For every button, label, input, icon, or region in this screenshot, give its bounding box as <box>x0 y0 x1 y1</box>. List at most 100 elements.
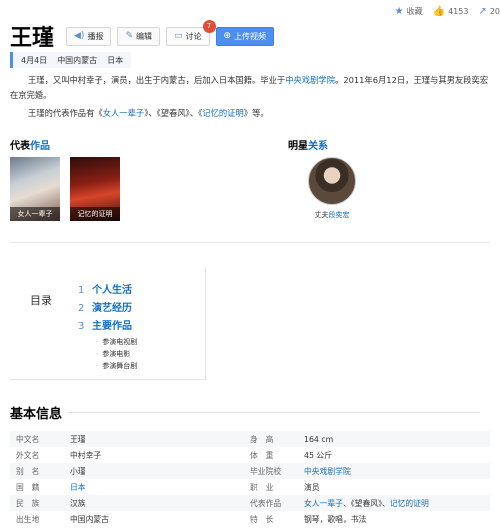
toc-subitem[interactable]: 参演电视剧 <box>78 336 137 348</box>
tag-nationality: 日本 <box>107 55 124 65</box>
tag-birthday: 4月4日 <box>21 55 48 65</box>
share-count: 20 <box>489 7 500 16</box>
toc-item[interactable]: 2 演艺经历 <box>78 300 137 318</box>
info-key: 代表作品 <box>250 498 282 508</box>
pencil-icon: ✎ <box>125 31 133 41</box>
upload-label: 上传视频 <box>234 31 267 41</box>
upload-video-button[interactable]: ⊕ 上传视频 <box>215 26 275 46</box>
intro-text: 王瑾，又叫中村幸子，演员，出生于内蒙古，后加入日本国籍。毕业于 <box>28 75 286 85</box>
work-caption: 记忆的证明 <box>70 207 120 221</box>
work-caption: 女人一辈子 <box>10 207 60 221</box>
tag-birthplace: 中国内蒙古 <box>57 55 98 65</box>
info-key: 特 长 <box>250 514 274 524</box>
toc-subitem[interactable]: 参演电影 <box>78 348 137 360</box>
info-key: 中文名 <box>16 434 40 444</box>
work-card-2[interactable]: 记忆的证明 <box>70 157 120 221</box>
info-value: 钢琴，歌唱，书法 <box>304 514 367 524</box>
info-key: 别 名 <box>16 466 40 476</box>
star-icon: ★ <box>394 6 404 17</box>
toc-label: 目录 <box>30 294 52 307</box>
toc-item[interactable]: 3 主要作品 <box>78 318 137 336</box>
info-value: 中国内蒙古 <box>70 514 109 524</box>
link-central-drama-academy[interactable]: 中央戏剧学院 <box>285 75 335 85</box>
works-heading-a: 代表 <box>10 141 30 152</box>
intro-summary: 王瑾，又叫中村幸子，演员，出生于内蒙古，后加入日本国籍。毕业于中央戏剧学院。20… <box>10 73 490 124</box>
info-key: 外文名 <box>16 450 40 460</box>
toc-label-text: 主要作品 <box>92 321 132 332</box>
info-key: 出生地 <box>16 514 40 524</box>
collect-button[interactable]: ★ 收藏 <box>395 6 423 17</box>
info-value: 中村幸子 <box>70 450 102 460</box>
intro-text: 》、《望春风》、《 <box>144 108 203 118</box>
discuss-label: 讨论 <box>185 31 202 41</box>
toc-item[interactable]: 1 个人生活 <box>78 282 137 300</box>
relation-name-link[interactable]: 段奕宏 <box>329 211 350 219</box>
info-value-text: 、《望春风》、 <box>342 498 390 508</box>
toc-list: 1 个人生活 2 演艺经历 3 主要作品 参演电视剧 参演电影 参演舞台剧 <box>78 282 137 372</box>
play-label: 播报 <box>87 31 104 41</box>
toc-label-text: 个人生活 <box>92 285 132 296</box>
basic-info-title-text: 基本信息 <box>10 407 63 422</box>
info-value: 汉族 <box>70 498 86 508</box>
basic-info-title: 基本信息 <box>10 403 480 422</box>
works-heading-b: 作品 <box>30 141 50 152</box>
plus-circle-icon: ⊕ <box>223 31 232 41</box>
info-value: 小瑾 <box>70 466 86 476</box>
toc-num: 2 <box>78 303 85 314</box>
discuss-badge: 7 <box>202 19 216 33</box>
table-row: 国 籍 日本 职 业 演员 <box>10 479 490 495</box>
toc-label-text: 演艺经历 <box>92 303 132 314</box>
like-button[interactable]: 👍 4153 <box>433 6 469 17</box>
title-row: 王瑾 ◀) 播报 ✎ 编辑 ▭ 讨论 7 ⊕ 上传视频 <box>10 19 280 52</box>
relations-heading-a: 明星 <box>288 141 308 152</box>
relation-role-line: 丈夫段奕宏 <box>304 210 360 220</box>
info-value: 演员 <box>304 482 320 492</box>
relation-card[interactable]: 丈夫段奕宏 <box>304 157 360 220</box>
intro-paragraph-1: 王瑾，又叫中村幸子，演员，出生于内蒙古，后加入日本国籍。毕业于中央戏剧学院。20… <box>10 73 490 103</box>
relations-heading: 明星关系 <box>288 137 328 152</box>
info-key: 毕业院校 <box>250 466 282 476</box>
info-key: 身 高 <box>250 434 274 444</box>
toc-subitem[interactable]: 参演舞台剧 <box>78 360 137 372</box>
link-work-1[interactable]: 女人一辈子 <box>103 108 145 118</box>
intro-paragraph-2: 王瑾的代表作品有《女人一辈子》、《望春风》、《记忆的证明》等。 <box>10 106 490 121</box>
table-row: 出生地 中国内蒙古 特 长 钢琴，歌唱，书法 <box>10 511 490 527</box>
table-row: 外文名 中村幸子 体 重 45 公斤 <box>10 447 490 463</box>
info-value-link[interactable]: 记忆的证明 <box>390 499 429 508</box>
play-button[interactable]: ◀) 播报 <box>66 26 112 46</box>
toc-num: 1 <box>78 285 85 296</box>
share-button[interactable]: ↗ 20 <box>478 6 500 17</box>
intro-text: 王瑾的代表作品有《 <box>28 108 103 118</box>
section-divider <box>10 242 490 243</box>
toc-num: 3 <box>78 321 85 332</box>
speaker-icon: ◀) <box>74 31 85 41</box>
collect-label: 收藏 <box>406 7 423 16</box>
table-of-contents: 目录 1 个人生活 2 演艺经历 3 主要作品 参演电视剧 参演电影 参演舞台剧 <box>10 268 206 380</box>
discuss-button[interactable]: ▭ 讨论 7 <box>166 19 216 46</box>
work-card-1[interactable]: 女人一辈子 <box>10 157 60 221</box>
info-value-works: 女人一辈子、《望春风》、记忆的证明 <box>304 498 478 509</box>
top-stats-bar: ★ 收藏 👍 4153 ↗ 20 <box>395 6 500 17</box>
edit-button[interactable]: ✎ 编辑 <box>117 26 160 46</box>
info-key: 职 业 <box>250 482 274 492</box>
thumbs-up-icon: 👍 <box>432 6 446 17</box>
share-icon: ↗ <box>478 6 487 17</box>
link-work-2[interactable]: 记忆的证明 <box>202 108 244 118</box>
works-heading: 代表作品 <box>10 137 50 152</box>
basic-tags: 4月4日 中国内蒙古 日本 <box>10 52 132 68</box>
info-value: 45 公斤 <box>304 450 332 460</box>
edit-label: 编辑 <box>136 31 152 41</box>
table-row: 中文名 王瑾 身 高 164 cm <box>10 431 490 447</box>
table-row: 民 族 汉族 代表作品 女人一辈子、《望春风》、记忆的证明 <box>10 495 490 511</box>
info-value-link[interactable]: 日本 <box>70 482 244 493</box>
page-title: 王瑾 <box>10 26 55 51</box>
info-value-link[interactable]: 中央戏剧学院 <box>304 466 478 477</box>
avatar <box>308 157 356 205</box>
basic-info-table: 中文名 王瑾 身 高 164 cm 外文名 中村幸子 体 重 45 公斤 别 名… <box>10 431 490 527</box>
info-value-link[interactable]: 女人一辈子 <box>304 499 343 508</box>
table-row: 别 名 小瑾 毕业院校 中央戏剧学院 <box>10 463 490 479</box>
like-count: 4153 <box>448 7 469 16</box>
intro-text: 》等。 <box>243 108 269 118</box>
info-key: 民 族 <box>16 498 40 508</box>
relation-role: 丈夫 <box>314 211 329 219</box>
